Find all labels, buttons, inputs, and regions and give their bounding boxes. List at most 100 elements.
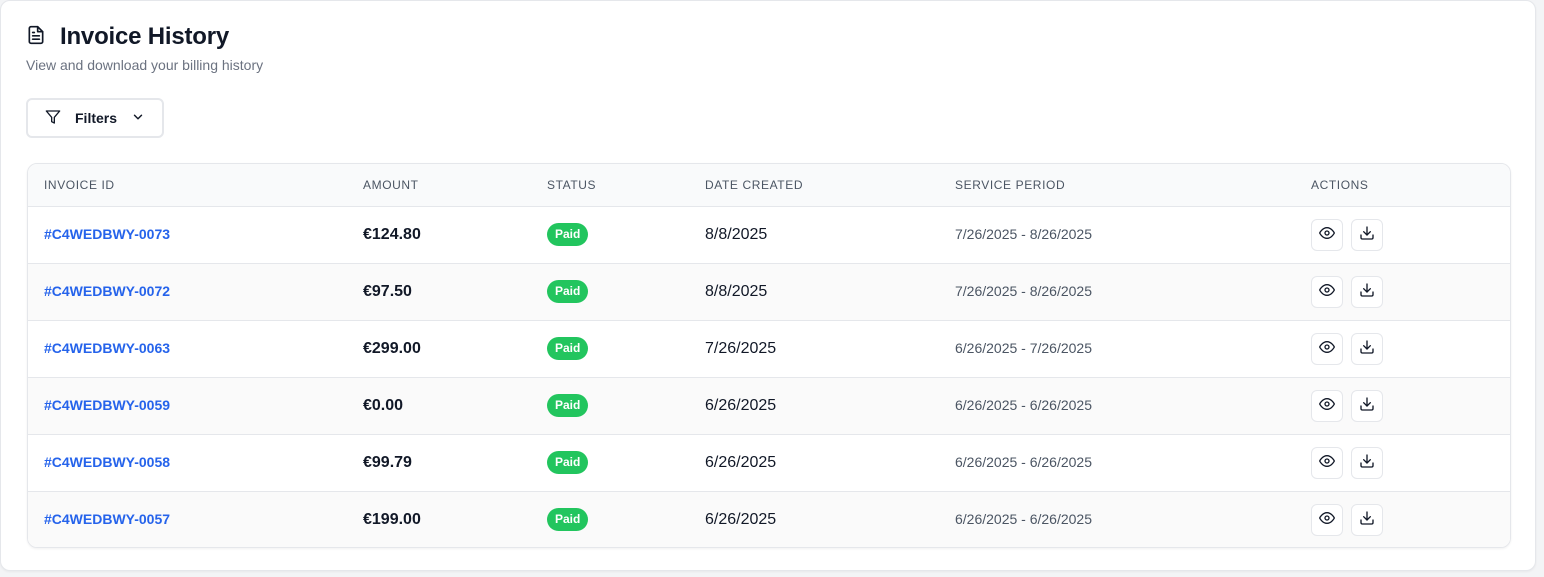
status-cell: Paid xyxy=(547,320,705,377)
amount-cell: €299.00 xyxy=(363,320,547,377)
amount-cell: €199.00 xyxy=(363,491,547,547)
invoice-id-cell: #C4WEDBWY-0058 xyxy=(28,434,363,491)
view-invoice-button[interactable] xyxy=(1311,218,1343,251)
document-icon xyxy=(26,25,46,50)
actions-cell xyxy=(1311,434,1510,491)
view-invoice-button[interactable] xyxy=(1311,389,1343,422)
download-invoice-button[interactable] xyxy=(1351,446,1383,479)
eye-icon xyxy=(1319,339,1335,358)
status-cell: Paid xyxy=(547,377,705,434)
actions-cell xyxy=(1311,263,1510,320)
view-invoice-button[interactable] xyxy=(1311,332,1343,365)
invoice-table: INVOICE ID AMOUNT STATUS DATE CREATED SE… xyxy=(28,164,1510,547)
service-period: 7/26/2025 - 8/26/2025 xyxy=(955,226,1093,242)
view-invoice-button[interactable] xyxy=(1311,503,1343,536)
eye-icon xyxy=(1319,396,1335,415)
status-badge: Paid xyxy=(547,394,589,417)
invoice-id-cell: #C4WEDBWY-0057 xyxy=(28,491,363,547)
column-header-date-created: DATE CREATED xyxy=(705,164,955,207)
download-invoice-button[interactable] xyxy=(1351,332,1383,365)
invoice-amount: €0.00 xyxy=(363,396,404,414)
table-header-row: INVOICE ID AMOUNT STATUS DATE CREATED SE… xyxy=(28,164,1510,207)
column-header-service-period: SERVICE PERIOD xyxy=(955,164,1311,207)
invoice-id-link[interactable]: #C4WEDBWY-0059 xyxy=(44,397,170,413)
actions-cell xyxy=(1311,491,1510,547)
invoice-id-link[interactable]: #C4WEDBWY-0072 xyxy=(44,283,170,299)
view-invoice-button[interactable] xyxy=(1311,446,1343,479)
service-period: 6/26/2025 - 7/26/2025 xyxy=(955,340,1093,356)
download-invoice-button[interactable] xyxy=(1351,389,1383,422)
service-period-cell: 7/26/2025 - 8/26/2025 xyxy=(955,263,1311,320)
status-cell: Paid xyxy=(547,263,705,320)
date-created: 7/26/2025 xyxy=(705,339,777,357)
service-period-cell: 7/26/2025 - 8/26/2025 xyxy=(955,206,1311,263)
actions-cell xyxy=(1311,377,1510,434)
invoice-id-link[interactable]: #C4WEDBWY-0073 xyxy=(44,226,170,242)
status-badge: Paid xyxy=(547,337,589,360)
row-actions xyxy=(1311,446,1510,479)
table-row: #C4WEDBWY-0058 €99.79 Paid 6/26/2025 6/26/20… xyxy=(28,434,1510,491)
status-cell: Paid xyxy=(547,206,705,263)
service-period-cell: 6/26/2025 - 6/26/2025 xyxy=(955,434,1311,491)
table-row: #C4WEDBWY-0072 €97.50 Paid 8/8/2025 7/26/202… xyxy=(28,263,1510,320)
download-icon xyxy=(1359,396,1375,415)
row-actions xyxy=(1311,332,1510,365)
row-actions xyxy=(1311,503,1510,536)
page-header: Invoice History View and download your b… xyxy=(26,23,263,73)
column-header-actions: ACTIONS xyxy=(1311,164,1510,207)
invoice-id-cell: #C4WEDBWY-0059 xyxy=(28,377,363,434)
date-created-cell: 7/26/2025 xyxy=(705,320,955,377)
invoice-amount: €199.00 xyxy=(363,510,421,528)
column-header-amount: AMOUNT xyxy=(363,164,547,207)
eye-icon xyxy=(1319,510,1335,529)
filters-label: Filters xyxy=(75,110,118,126)
chevron-down-icon xyxy=(131,110,145,127)
invoice-id-link[interactable]: #C4WEDBWY-0057 xyxy=(44,511,170,527)
eye-icon xyxy=(1319,453,1335,472)
date-created-cell: 8/8/2025 xyxy=(705,263,955,320)
invoice-id-cell: #C4WEDBWY-0063 xyxy=(28,320,363,377)
invoice-table-container: INVOICE ID AMOUNT STATUS DATE CREATED SE… xyxy=(27,163,1511,548)
status-cell: Paid xyxy=(547,434,705,491)
table-row: #C4WEDBWY-0073 €124.80 Paid 8/8/2025 7/26/20… xyxy=(28,206,1510,263)
download-icon xyxy=(1359,339,1375,358)
download-invoice-button[interactable] xyxy=(1351,218,1383,251)
date-created-cell: 6/26/2025 xyxy=(705,377,955,434)
invoice-id-link[interactable]: #C4WEDBWY-0058 xyxy=(44,454,170,470)
invoice-amount: €99.79 xyxy=(363,453,412,471)
service-period: 6/26/2025 - 6/26/2025 xyxy=(955,454,1093,470)
row-actions xyxy=(1311,389,1510,422)
view-invoice-button[interactable] xyxy=(1311,275,1343,308)
amount-cell: €0.00 xyxy=(363,377,547,434)
service-period: 6/26/2025 - 6/26/2025 xyxy=(955,397,1093,413)
amount-cell: €124.80 xyxy=(363,206,547,263)
download-invoice-button[interactable] xyxy=(1351,503,1383,536)
table-row: #C4WEDBWY-0059 €0.00 Paid 6/26/2025 6/26/202… xyxy=(28,377,1510,434)
invoice-id-link[interactable]: #C4WEDBWY-0063 xyxy=(44,340,170,356)
status-badge: Paid xyxy=(547,280,589,303)
column-header-status: STATUS xyxy=(547,164,705,207)
invoice-history-card: Invoice History View and download your b… xyxy=(0,0,1536,571)
eye-icon xyxy=(1319,282,1335,301)
filter-icon xyxy=(45,109,61,128)
service-period-cell: 6/26/2025 - 6/26/2025 xyxy=(955,491,1311,547)
filters-button[interactable]: Filters xyxy=(26,98,164,138)
row-actions xyxy=(1311,218,1510,251)
table-row: #C4WEDBWY-0057 €199.00 Paid 6/26/2025 6/26/2… xyxy=(28,491,1510,547)
page-subtitle: View and download your billing history xyxy=(26,57,264,73)
invoice-id-cell: #C4WEDBWY-0072 xyxy=(28,263,363,320)
download-icon xyxy=(1359,282,1375,301)
invoice-amount: €97.50 xyxy=(363,282,412,300)
download-icon xyxy=(1359,453,1375,472)
date-created: 6/26/2025 xyxy=(705,396,777,414)
date-created-cell: 6/26/2025 xyxy=(705,434,955,491)
status-badge: Paid xyxy=(547,451,589,474)
date-created-cell: 6/26/2025 xyxy=(705,491,955,547)
date-created: 6/26/2025 xyxy=(705,453,777,471)
amount-cell: €97.50 xyxy=(363,263,547,320)
row-actions xyxy=(1311,275,1510,308)
invoice-amount: €124.80 xyxy=(363,225,421,243)
date-created: 6/26/2025 xyxy=(705,510,777,528)
download-invoice-button[interactable] xyxy=(1351,275,1383,308)
download-icon xyxy=(1359,510,1375,529)
